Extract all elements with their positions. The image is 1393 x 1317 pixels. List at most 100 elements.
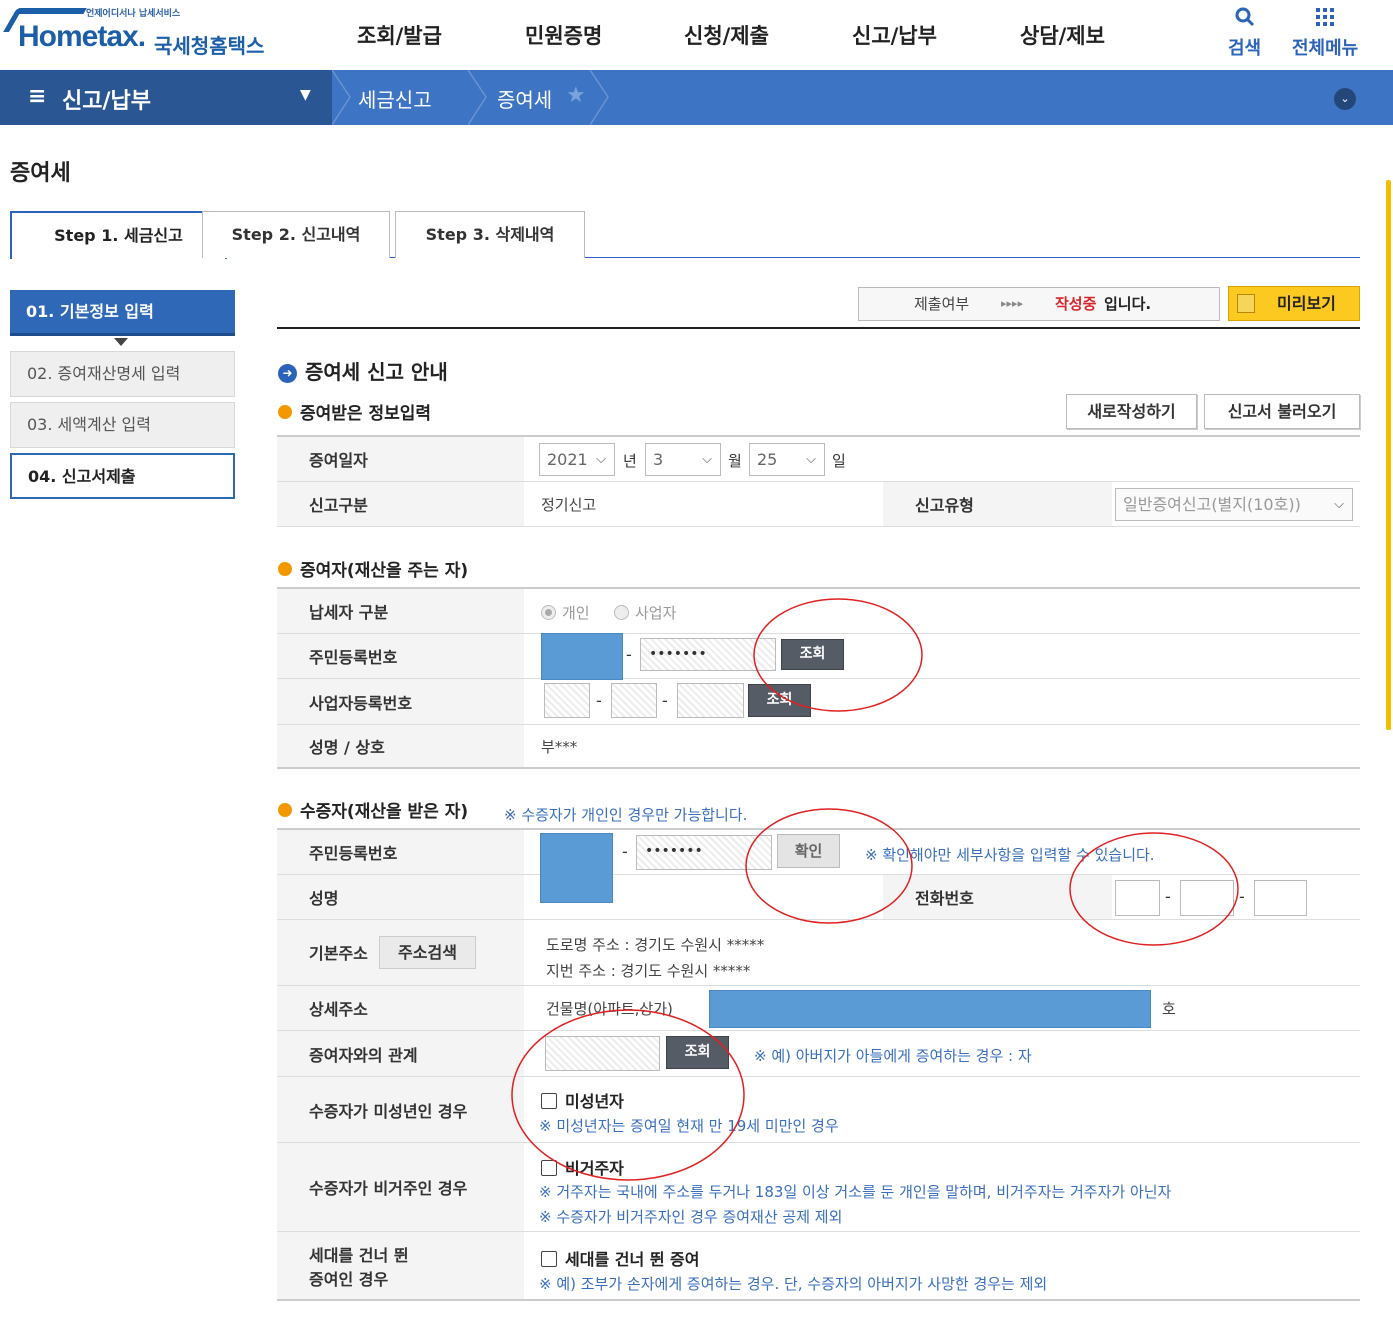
report-kind-label: 신고유형 <box>883 482 1112 526</box>
brn-part2-input[interactable] <box>611 683 657 718</box>
hometax-logo[interactable]: 언제어디서나 납세서비스 Hometax. 국세청홈택스 <box>3 4 268 64</box>
address-search-button[interactable]: 주소검색 <box>379 936 476 969</box>
minor-checkbox[interactable]: 미성년자 <box>541 1088 624 1112</box>
nav-category[interactable]: ≡ 신고/납부 ▼ <box>0 70 332 125</box>
side-item-tax-calc[interactable]: 03. 세액계산 입력 <box>10 402 235 448</box>
donor-lookup-button[interactable]: 조회 <box>781 639 844 670</box>
side-item-submit[interactable]: 04. 신고서제출 <box>10 453 235 499</box>
page-title: 증여세 <box>10 161 71 186</box>
new-report-button[interactable]: 새로작성하기 <box>1066 394 1197 429</box>
dash: - <box>622 842 628 861</box>
dash: - <box>596 691 602 710</box>
chevron-down-icon: ⌵ <box>596 452 606 467</box>
arrow-circle-icon: ➜ <box>278 364 297 383</box>
building-label: 건물명(아파트,상가) <box>546 1000 673 1018</box>
chevron-down-icon: ⌵ <box>806 452 816 467</box>
phone-label: 전화번호 <box>883 875 1112 919</box>
phone-part2-input[interactable] <box>1180 880 1234 916</box>
relation-input[interactable] <box>545 1036 660 1071</box>
step-arrow-icon <box>114 338 128 346</box>
radio-person[interactable]: 개인 <box>541 602 590 623</box>
document-icon <box>1237 294 1255 313</box>
search-button[interactable]: 검색 <box>1228 6 1261 60</box>
donee-confirm-button[interactable]: 확인 <box>777 834 840 868</box>
donee-rrn-label: 주민등록번호 <box>277 830 524 874</box>
dash: - <box>1239 887 1245 906</box>
confirm-note: ※ 확인해야만 세부사항을 입력할 수 있습니다. <box>865 846 1155 864</box>
donee-rrn-back-input[interactable]: ••••••• <box>636 835 772 870</box>
taxpayer-type-label: 납세자 구분 <box>277 589 524 633</box>
donor-name-value: 부*** <box>541 738 578 756</box>
donee-title-note: ※ 수증자가 개인인 경우만 가능합니다. <box>504 806 748 824</box>
all-menu-button[interactable]: 전체메뉴 <box>1292 6 1358 60</box>
hamburger-icon: ≡ <box>28 84 47 109</box>
top-header: 언제어디서나 납세서비스 Hometax. 국세청홈택스 조회/발급 민원증명 … <box>0 0 1393 70</box>
nonresident-note-2: ※ 수증자가 비거주자인 경우 증여재산 공제 제외 <box>539 1208 843 1226</box>
gnb-certificate[interactable]: 민원증명 <box>525 20 602 50</box>
sub-nav-bar: ≡ 신고/납부 ▼ 세금신고 증여세 ★ ⌄ <box>0 70 1393 125</box>
phone-part1-input[interactable] <box>1115 880 1160 916</box>
dash: - <box>662 691 668 710</box>
tab-step3[interactable]: Step 3. 삭제내역 <box>395 211 585 258</box>
bullet-icon <box>278 405 292 419</box>
report-type-value: 정기신고 <box>541 496 597 514</box>
nonresident-note-1: ※ 거주자는 국내에 주소를 두거나 183일 이상 거소를 둔 개인을 말하며… <box>539 1183 1172 1201</box>
brn-part3-input[interactable] <box>677 683 744 718</box>
brn-part1-input[interactable] <box>544 683 590 718</box>
report-type-label: 신고구분 <box>277 482 524 526</box>
gnb-application[interactable]: 신청/제출 <box>684 20 769 50</box>
donor-name-row: 성명 / 상호 <box>277 725 1360 769</box>
donee-section-title: 수증자(재산을 받은 자) <box>278 797 468 822</box>
search-label: 검색 <box>1228 38 1262 59</box>
radio-selected-icon <box>541 605 556 620</box>
radio-business[interactable]: 사업자 <box>614 602 676 623</box>
detail-address-label: 상세주소 <box>277 986 524 1030</box>
preview-button[interactable]: 미리보기 <box>1228 286 1360 321</box>
donor-section-title: 증여자(재산을 주는 자) <box>278 556 468 581</box>
chevron-down-icon: ⌵ <box>1334 497 1344 512</box>
donor-rrn-back-input[interactable]: ••••••• <box>640 638 776 671</box>
report-kind-select[interactable]: 일반증여신고(별지(10호)) ⌵ <box>1115 488 1353 521</box>
road-address: 도로명 주소 : 경기도 수원시 ***** <box>546 936 765 954</box>
breadcrumb-tax-report[interactable]: 세금신고 <box>358 84 432 113</box>
redacted-block <box>540 833 613 903</box>
donor-name-label: 성명 / 상호 <box>277 725 524 767</box>
relation-lookup-button[interactable]: 조회 <box>666 1036 729 1069</box>
redacted-block <box>541 633 623 680</box>
minor-note: ※ 미성년자는 증여일 현재 만 19세 미만인 경우 <box>539 1117 839 1135</box>
grid-menu-icon <box>1292 6 1358 34</box>
generation-skip-label: 세대를 건너 뛴 증여인 경우 <box>277 1232 524 1299</box>
preview-label: 미리보기 <box>1277 294 1336 313</box>
lot-address: 지번 주소 : 경기도 수원시 ***** <box>546 962 751 980</box>
gnb-report-pay[interactable]: 신고/납부 <box>852 20 937 50</box>
tab-step2[interactable]: Step 2. 신고내역 <box>202 211 390 258</box>
gnb-consult[interactable]: 상담/제보 <box>1020 20 1105 50</box>
nav-title: 신고/납부 <box>62 89 151 114</box>
caret-down-icon: ▼ <box>300 87 311 103</box>
unit-suffix: 호 <box>1162 1000 1176 1018</box>
year-unit: 년 <box>623 452 637 470</box>
checkbox-icon <box>541 1093 557 1109</box>
logo-korean: 국세청홈택스 <box>154 34 265 58</box>
gnb-inquiry[interactable]: 조회/발급 <box>357 20 442 50</box>
side-item-basic-info[interactable]: 01. 기본정보 입력 <box>10 290 235 336</box>
side-item-property[interactable]: 02. 증여재산명세 입력 <box>10 351 235 397</box>
submission-status: 제출여부 ▸▸▸▸ 작성중 입니다. <box>858 287 1220 321</box>
day-select[interactable]: 25 ⌵ <box>749 443 825 476</box>
phone-part3-input[interactable] <box>1254 880 1307 916</box>
tab-step1[interactable]: Step 1. 세금신고 <box>10 211 227 259</box>
generation-skip-checkbox[interactable]: 세대를 건너 뛴 증여 <box>541 1246 699 1270</box>
breadcrumb-separator-icon <box>332 70 351 125</box>
logo-text: Hometax. <box>18 20 146 53</box>
load-report-button[interactable]: 신고서 불러오기 <box>1204 394 1360 429</box>
breadcrumb-gift-tax[interactable]: 증여세 <box>497 84 552 113</box>
favorite-star-icon[interactable]: ★ <box>566 83 586 108</box>
bullet-icon <box>278 803 292 817</box>
scrollbar[interactable] <box>1386 180 1391 730</box>
brn-lookup-button[interactable]: 조회 <box>748 684 811 717</box>
year-select[interactable]: 2021 ⌵ <box>539 443 615 476</box>
month-select[interactable]: 3 ⌵ <box>645 443 721 476</box>
nonresident-checkbox[interactable]: 비거주자 <box>541 1155 624 1179</box>
chevron-down-icon[interactable]: ⌄ <box>1334 88 1356 110</box>
checkbox-icon <box>541 1160 557 1176</box>
